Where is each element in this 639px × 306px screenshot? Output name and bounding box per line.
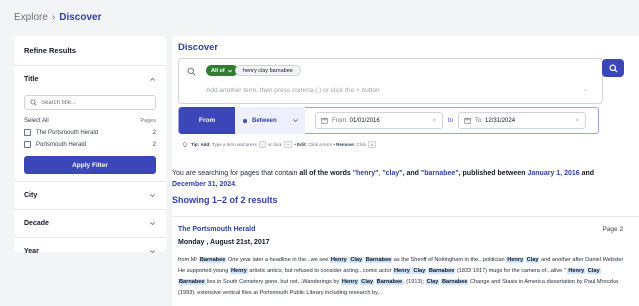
facet-year[interactable]: Year [24, 238, 156, 265]
calendar-icon [464, 117, 471, 124]
date-filter-tag: From [179, 107, 235, 134]
apply-filter-button[interactable]: Apply Filter [24, 156, 156, 174]
select-all-link[interactable]: Select All [24, 118, 49, 124]
result-snippet: from Mr Barnabee One year later a headli… [178, 257, 624, 296]
summary-mode: all of the words [299, 170, 351, 177]
search-button[interactable] [602, 59, 624, 77]
facet-label: City [24, 192, 38, 199]
search-summary: You are searching for pages that contain… [172, 168, 627, 190]
lightbulb-icon [182, 141, 188, 147]
title-option-count: 2 [152, 141, 156, 148]
key-plus: + [283, 141, 293, 148]
breadcrumb-explore[interactable]: Explore [14, 12, 48, 23]
chevron-up-icon [150, 77, 155, 81]
pages-column-header: Pages [140, 118, 156, 124]
tip-hint: Tip: Add: Type a term and press , or cli… [182, 139, 378, 150]
summary-text: , and [402, 170, 419, 177]
title-option[interactable]: Portsmouth Herald 2 [24, 141, 156, 148]
summary-text: and [581, 170, 595, 177]
summary-text: , [378, 170, 381, 177]
tip-edit-label: • Edit: [294, 142, 308, 147]
tip-remove-label: • Remove: [333, 142, 356, 147]
add-term-button[interactable]: + [583, 86, 588, 95]
page-title: Discover [178, 42, 219, 53]
from-date-field[interactable]: From: 01/01/2016 × [315, 112, 443, 129]
to-separator: to [448, 117, 454, 124]
chevron-down-icon [150, 194, 155, 198]
result-card[interactable]: The Portsmouth Herald Page 2 Monday , Au… [172, 216, 639, 306]
summary-word: "barnabee" [420, 170, 459, 177]
refine-heading: Refine Results [24, 46, 77, 55]
to-date-field[interactable]: To: 12/31/2024 × [458, 112, 587, 129]
title-facet-header[interactable]: Title [24, 66, 156, 93]
summary-text: You are searching for pages that contain [172, 170, 298, 177]
from-date-value: 01/01/2016 [349, 117, 380, 124]
date-filter-row: From Between From: 01/01/2016 × to To: 1… [178, 107, 599, 134]
facet-decade[interactable]: Decade [24, 210, 156, 237]
chevron-down-icon [227, 69, 232, 72]
chevron-down-icon [150, 222, 155, 226]
tip-edit-text: Click a term [308, 142, 333, 147]
summary-text: , published between [458, 170, 526, 177]
tip-add-label: Add: [200, 142, 211, 147]
to-date-label: To: [475, 117, 484, 124]
key-comma: , [258, 141, 266, 148]
select-all-row: Select All Pages [24, 118, 156, 124]
tip-or-text: or click [267, 142, 282, 147]
result-page: Page 2 [602, 226, 623, 233]
summary-text: . [235, 181, 237, 188]
chevron-down-icon [150, 250, 155, 254]
facet-label: Decade [24, 220, 49, 227]
title-search-field[interactable] [24, 95, 156, 110]
breadcrumb-separator: › [51, 11, 56, 23]
date-mode-label: Between [252, 117, 277, 124]
breadcrumb: Explore › Discover [0, 0, 639, 34]
refine-sidebar: Refine Results Title Select All Pages Th… [14, 36, 166, 255]
title-facet-label: Title [24, 76, 39, 83]
dot-icon [243, 118, 247, 123]
title-option[interactable]: The Portsmouth Herald 2 [24, 129, 156, 136]
key-x: x [368, 141, 377, 148]
search-icon [30, 99, 37, 106]
add-term-input[interactable]: Add another term, then press comma (,) o… [206, 87, 380, 94]
tip-label: Tip: [191, 142, 200, 147]
to-date-value: 12/31/2024 [485, 117, 516, 124]
title-option-label: The Portsmouth Herald [36, 129, 99, 136]
facet-label: Year [24, 248, 39, 255]
search-icon [608, 63, 618, 73]
breadcrumb-discover: Discover [59, 11, 102, 23]
tip-add-text: Type a term and press [211, 142, 257, 147]
checkbox[interactable] [24, 129, 31, 136]
search-icon [187, 67, 196, 76]
search-term-chip[interactable]: henry clay barnabee [235, 65, 301, 76]
results-count: Showing 1–2 of 2 results [172, 195, 278, 205]
calendar-icon [321, 117, 328, 124]
operator-dropdown[interactable]: All of [206, 65, 238, 76]
checkbox[interactable] [24, 141, 31, 148]
clear-icon[interactable]: × [576, 118, 580, 124]
summary-word: "clay" [382, 170, 403, 177]
operator-label: All of [211, 67, 225, 74]
summary-date: January 1, 2016 [527, 170, 580, 177]
result-date: Monday , August 21st, 2017 [178, 239, 270, 246]
discover-panel: Discover All of henry clay barnabee Add … [172, 36, 639, 306]
from-date-label: From: [332, 117, 348, 124]
result-publication[interactable]: The Portsmouth Herald [178, 226, 255, 233]
title-search-input[interactable] [41, 99, 141, 106]
query-builder[interactable]: All of henry clay barnabee Add another t… [178, 58, 603, 104]
title-option-label: Portsmouth Herald [36, 141, 87, 148]
summary-word: "henry" [352, 170, 379, 177]
tip-remove-text: Click [356, 142, 367, 147]
facet-city[interactable]: City [24, 182, 156, 209]
title-option-count: 2 [152, 129, 156, 136]
chevron-down-icon [293, 119, 298, 123]
summary-date: December 31, 2024 [172, 181, 236, 188]
date-mode-dropdown[interactable]: Between [235, 107, 305, 134]
clear-icon[interactable]: × [432, 118, 436, 124]
